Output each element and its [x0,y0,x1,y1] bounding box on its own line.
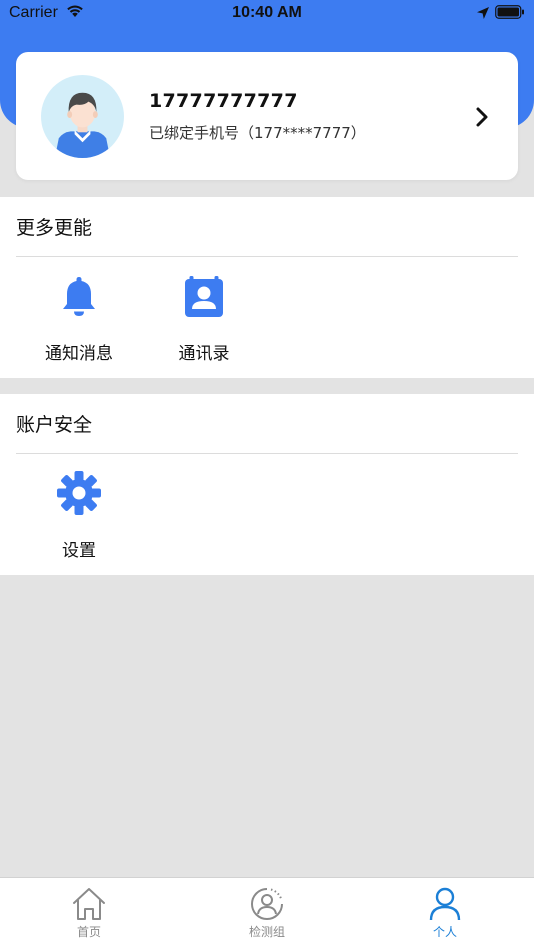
tab-personal[interactable]: 个人 [385,886,505,940]
section-title: 更多更能 [16,217,93,239]
chevron-right-icon[interactable] [474,106,492,128]
location-arrow-icon [477,7,489,19]
tab-label: 首页 [76,925,101,939]
bell-icon [63,277,95,316]
profile-phone: 17777777777 [149,90,298,112]
user-circle-icon [251,888,283,920]
tab-home[interactable]: 首页 [29,886,149,940]
section-more-features: 更多更能 通知消息 通讯录 [0,197,534,378]
tab-label: 检测组 [248,925,285,939]
avatar [41,75,124,158]
status-bar: Carrier 10:40 AM [0,0,534,28]
divider [16,453,518,454]
profile-card[interactable]: 17777777777 已绑定手机号（177****7777） [16,52,518,180]
item-label: 通知消息 [45,344,113,364]
tab-bar: 首页 检测组 个人 [0,877,534,951]
profile-bound-phone: 已绑定手机号（177****7777） [149,124,366,142]
section-account-security: 账户安全 设置 [0,394,534,575]
home-icon [73,888,105,920]
contacts-item[interactable]: 通讯录 [149,273,259,364]
section-title: 账户安全 [16,414,93,436]
gear-icon [57,471,101,515]
settings-item[interactable]: 设置 [24,470,134,561]
battery-icon [495,5,524,19]
tab-label: 个人 [432,925,457,939]
divider [16,256,518,257]
status-time: 10:40 AM [232,4,302,21]
item-label: 设置 [62,541,96,561]
item-label: 通讯录 [178,344,230,364]
contacts-icon [185,276,223,317]
person-icon [429,887,461,921]
tab-detection-group[interactable]: 检测组 [207,886,327,940]
notifications-item[interactable]: 通知消息 [24,273,134,364]
